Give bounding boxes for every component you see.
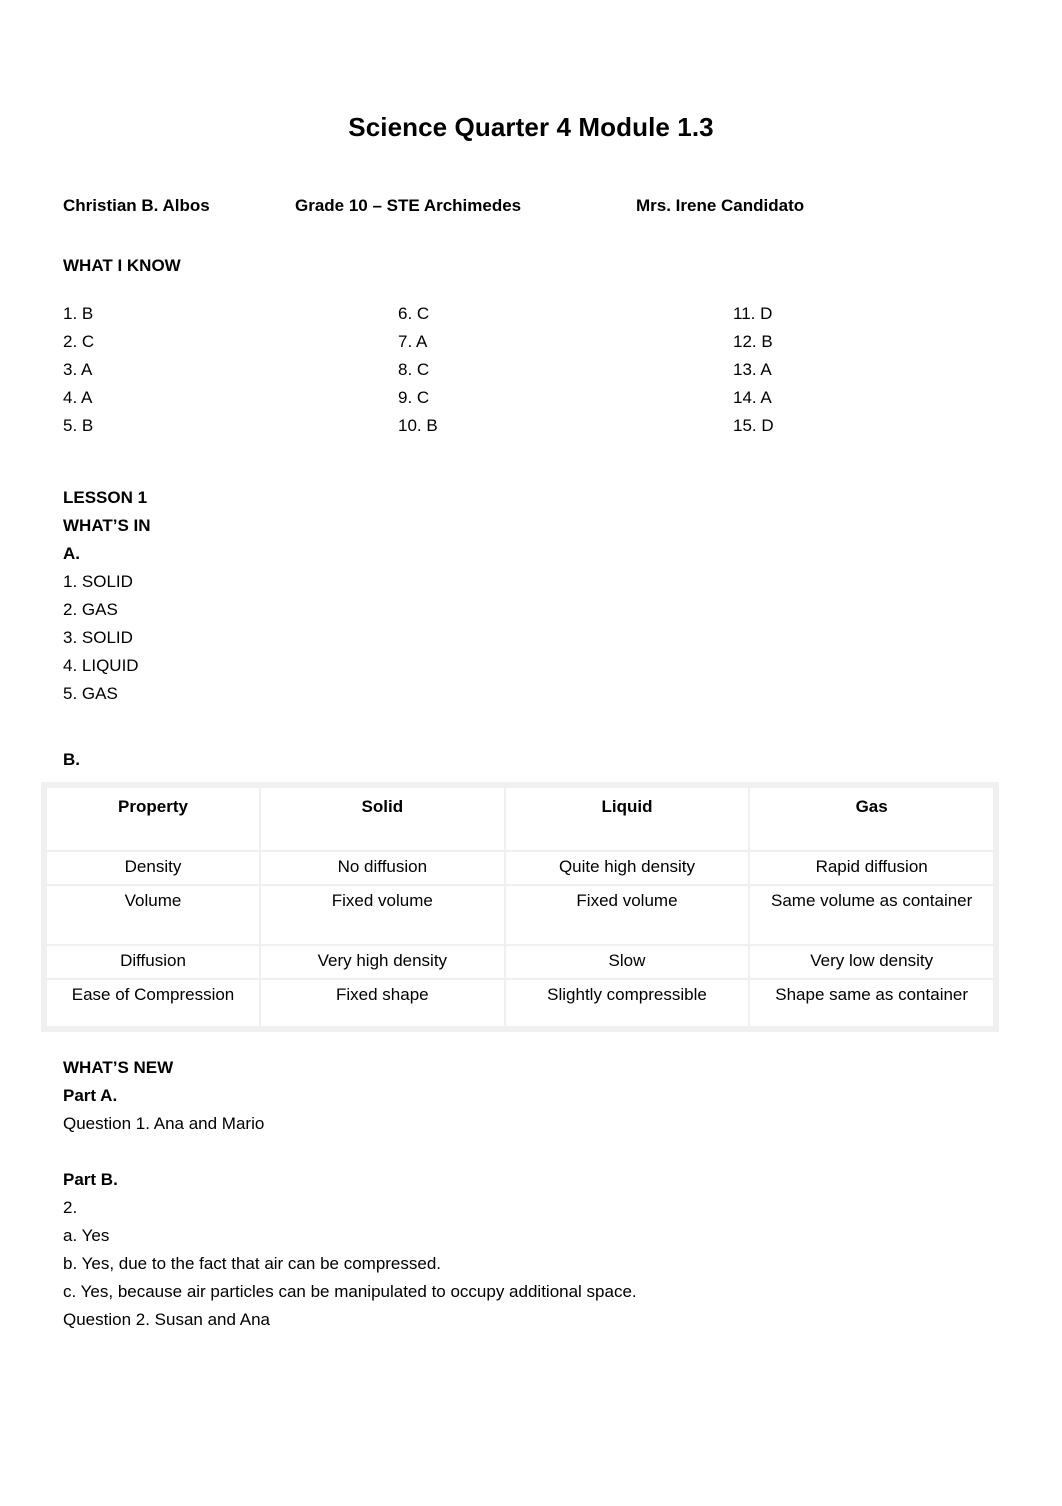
answer-item: 7. A [398,332,428,352]
part-a-item: 2. GAS [63,600,118,620]
table-row: Ease of Compression Fixed shape Slightly… [47,980,993,1027]
grade-section: Grade 10 – STE Archimedes [295,196,522,216]
table-cell: Fixed shape [261,980,504,1027]
table-cell: Fixed volume [505,886,749,945]
answer-item: 13. A [733,360,772,380]
part-a-item: 3. SOLID [63,628,133,648]
part-a-label: A. [63,544,80,564]
answer-item: 12. B [733,332,773,352]
table-header-row: Property Solid Liquid Gas [47,788,993,851]
answer-item: 11. D [733,304,773,324]
answer-item: 3. A [63,360,93,380]
part-a-item: 1. SOLID [63,572,133,592]
table-row: Volume Fixed volume Fixed volume Same vo… [47,886,993,945]
answer-item: 6. C [398,304,430,324]
answer-column-2: 6. C 7. A 8. C 9. C 10. B [398,300,438,440]
whats-new-heading: WHAT’S NEW [63,1058,174,1078]
table-cell: Slightly compressible [505,980,749,1027]
states-of-matter-table: Property Solid Liquid Gas Density No dif… [45,786,995,1028]
part-a-item: 4. LIQUID [63,656,139,676]
answer-item: 2. C [63,332,95,352]
table-cell: Very high density [261,946,504,979]
student-info-header: Christian B. Albos Grade 10 – STE Archim… [63,196,999,220]
table-cell: Diffusion [47,946,259,979]
part-b-question-2: Question 2. Susan and Ana [63,1310,270,1330]
page-title: Science Quarter 4 Module 1.3 [348,112,714,142]
table-header-cell: Liquid [505,788,749,851]
table-cell: Slow [505,946,749,979]
whats-new-part-a-label: Part A. [63,1086,118,1106]
part-b-answer-b: b. Yes, due to the fact that air can be … [63,1254,442,1274]
table-cell: Density [47,852,259,885]
table-cell: Shape same as container [750,980,993,1027]
student-name: Christian B. Albos [63,196,210,216]
lesson-heading: LESSON 1 [63,488,148,508]
table-cell: Ease of Compression [47,980,259,1027]
answer-item: 1. B [63,304,94,324]
answer-item: 4. A [63,388,93,408]
part-b-answer-c: c. Yes, because air particles can be man… [63,1282,637,1302]
what-i-know-heading: WHAT I KNOW [63,256,181,276]
table-header-cell: Gas [750,788,993,851]
answer-key-grid: 1. B 2. C 3. A 4. A 5. B 6. C 7. A 8. C … [63,300,999,442]
table-cell: No diffusion [261,852,504,885]
table-header-cell: Solid [261,788,504,851]
table-header-cell: Property [47,788,259,851]
answer-item: 8. C [398,360,430,380]
table-cell: Fixed volume [261,886,504,945]
table-row: Density No diffusion Quite high density … [47,852,993,885]
whats-new-part-b-label: Part B. [63,1170,118,1190]
whats-in-heading: WHAT’S IN [63,516,151,536]
part-b-answer-a: a. Yes [63,1226,110,1246]
part-a-item: 5. GAS [63,684,118,704]
whats-new-part-a-question: Question 1. Ana and Mario [63,1114,265,1134]
part-b-number: 2. [63,1198,78,1218]
table-cell: Rapid diffusion [750,852,993,885]
table-row: Diffusion Very high density Slow Very lo… [47,946,993,979]
table-cell: Volume [47,886,259,945]
answer-item: 9. C [398,388,430,408]
table-cell: Very low density [750,946,993,979]
answer-column-3: 11. D 12. B 13. A 14. A 15. D [733,300,774,440]
whats-new-section: WHAT’S NEW Part A. Question 1. Ana and M… [63,1054,999,1334]
part-b-label: B. [63,750,80,770]
answer-item: 14. A [733,388,772,408]
states-of-matter-table-container: Property Solid Liquid Gas Density No dif… [41,782,999,1033]
answer-item: 5. B [63,416,94,436]
lesson-1-section: LESSON 1 WHAT’S IN A. 1. SOLID 2. GAS 3.… [63,484,999,708]
table-cell: Same volume as container [750,886,993,945]
answer-item: 10. B [398,416,438,436]
table-cell: Quite high density [505,852,749,885]
document-page: Science Quarter 4 Module 1.3 Christian B… [0,0,1062,1506]
teacher-name: Mrs. Irene Candidato [636,196,805,216]
answer-item: 15. D [733,416,774,436]
answer-column-1: 1. B 2. C 3. A 4. A 5. B [63,300,94,440]
